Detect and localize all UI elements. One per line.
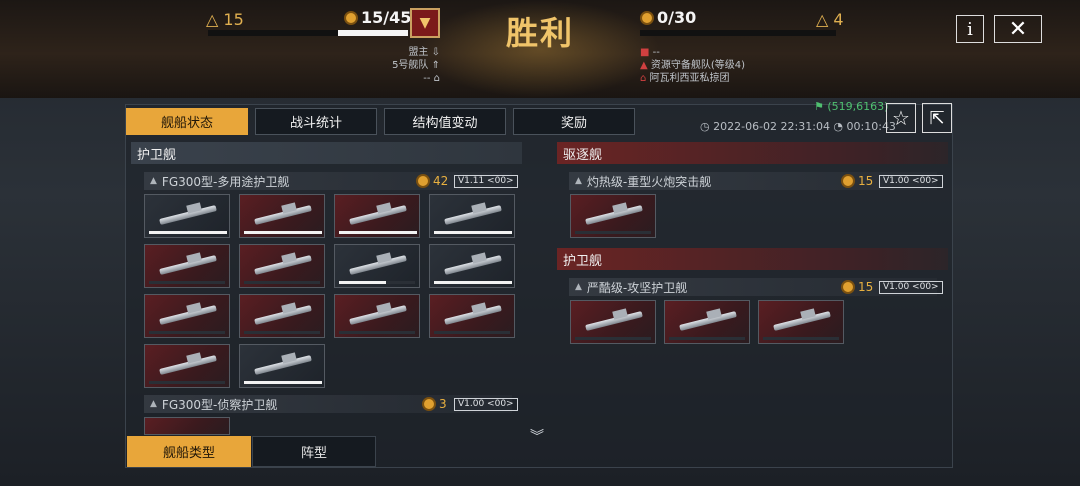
ship-card[interactable] [144, 194, 230, 238]
ship-card[interactable] [664, 300, 750, 344]
chevron-down-icon[interactable]: ︾ [530, 426, 544, 446]
info-button[interactable]: i [956, 15, 984, 43]
ship-group-name: 严酷级-攻坚护卫舰 [586, 280, 688, 295]
hp-bar-track [339, 331, 415, 334]
ship-card[interactable] [239, 344, 325, 388]
ship-card[interactable] [334, 194, 420, 238]
ship-card[interactable] [239, 244, 325, 288]
ship-card[interactable] [144, 294, 230, 338]
version-badge: V1.00 <00> [879, 174, 943, 188]
tab-structure-change[interactable]: 结构值变动 [384, 108, 506, 135]
section-frigate: 护卫舰 [131, 142, 522, 164]
collapse-triangle-icon: ▲ [575, 176, 582, 186]
hp-bar-fill [434, 231, 512, 234]
collapse-triangle-icon: ▲ [150, 399, 157, 409]
ship-card[interactable] [334, 244, 420, 288]
left-progress-fill [338, 30, 408, 36]
hp-bar-track [669, 337, 745, 340]
hp-bar-track [244, 281, 320, 284]
left-info-line: 5号舰队 [392, 60, 429, 71]
ship-card[interactable] [144, 417, 230, 435]
right-info: ■ -- ▲ 资源守备舰队(等级4) ⌂ 阿瓦利西亚私掠团 [640, 47, 746, 84]
ship-card[interactable] [570, 300, 656, 344]
hp-bar-fill [244, 381, 322, 384]
tab-battle-stats[interactable]: 战斗统计 [255, 108, 377, 135]
ship-card[interactable] [239, 294, 325, 338]
ship-card[interactable] [429, 294, 515, 338]
ship-card[interactable] [239, 194, 325, 238]
favorite-star-icon[interactable]: ☆ [886, 103, 916, 133]
coin-icon [344, 10, 358, 25]
hp-bar-track [763, 337, 839, 340]
left-info-line: -- [423, 73, 431, 84]
hp-bar-fill [339, 281, 386, 284]
hp-bar-track [149, 381, 225, 384]
tab-ship-status[interactable]: 舰船状态 [126, 108, 248, 135]
hp-bar-track [575, 231, 651, 234]
coin-icon [841, 280, 855, 294]
hp-bar-track [575, 337, 651, 340]
right-score: 0/30 [640, 8, 696, 27]
ship-count: 15 [841, 174, 873, 188]
version-badge: V1.00 <00> [879, 280, 943, 294]
hp-bar-track [149, 281, 225, 284]
version-badge: V1.00 <00> [454, 397, 518, 411]
ship-card[interactable] [758, 300, 844, 344]
ship-group-name: 灼热级-重型火炮突击舰 [586, 174, 712, 189]
battle-time: ◷ 2022-06-02 22:31:04 ◔ 00:10:43 [700, 120, 896, 133]
coin-icon [416, 174, 430, 188]
ship-card[interactable] [144, 244, 230, 288]
left-progress-bar [208, 30, 408, 36]
ship-count: 3 [422, 397, 447, 411]
coin-icon [841, 174, 855, 188]
ship-group-name: FG300型-侦察护卫舰 [161, 397, 278, 412]
ship-card[interactable] [334, 294, 420, 338]
ship-group-row[interactable]: ▲ 灼热级-重型火炮突击舰 15 V1.00 <00> [569, 172, 943, 190]
hp-bar-fill [244, 231, 322, 234]
alliance-emblem-icon: ▼ [410, 8, 440, 38]
left-info-line: 盟主 [408, 47, 429, 58]
ship-group-name: FG300型-多用途护卫舰 [161, 174, 290, 189]
hp-bar-fill [339, 231, 417, 234]
tab-rewards[interactable]: 奖励 [513, 108, 635, 135]
ship-card[interactable] [429, 194, 515, 238]
right-info-line: 资源守备舰队(等级4) [650, 60, 746, 71]
ship-card[interactable] [429, 244, 515, 288]
ship-count: 42 [416, 174, 448, 188]
ship-group-row[interactable]: ▲ FG300型-多用途护卫舰 42 V1.11 <00> [144, 172, 518, 190]
version-badge: V1.11 <00> [454, 174, 518, 188]
collapse-triangle-icon: ▲ [575, 282, 582, 292]
ship-card[interactable] [570, 194, 656, 238]
collapse-triangle-icon: ▲ [150, 176, 157, 186]
hp-bar-track [244, 331, 320, 334]
section-frigate-enemy: 护卫舰 [557, 248, 948, 270]
victory-title: 胜利 [505, 14, 574, 52]
right-info-line: -- [652, 47, 660, 58]
coin-icon [422, 397, 436, 411]
close-button[interactable]: ✕ [994, 15, 1042, 43]
right-info-line: 阿瓦利西亚私掠团 [649, 73, 730, 84]
left-info: 盟主 ⇩ 5号舰队 ⇑ -- ⌂ [392, 47, 440, 84]
left-flag-count: △ 15 [206, 10, 244, 29]
tab-formation[interactable]: 阵型 [252, 436, 376, 467]
ship-count: 15 [841, 280, 873, 294]
right-flag-count: △ 4 [816, 10, 844, 29]
section-destroyer: 驱逐舰 [557, 142, 948, 164]
hp-bar-track [149, 331, 225, 334]
left-score: 15/45 [344, 8, 411, 27]
coin-icon [640, 10, 654, 25]
hp-bar-fill [149, 231, 227, 234]
ship-group-row[interactable]: ▲ 严酷级-攻坚护卫舰 15 V1.00 <00> [569, 278, 943, 296]
battle-coordinates[interactable]: ⚑ (519,6163) [814, 100, 888, 113]
hp-bar-fill [434, 281, 512, 284]
share-icon[interactable]: ⇱ [922, 103, 952, 133]
ship-card[interactable] [144, 344, 230, 388]
hp-bar-track [434, 331, 510, 334]
right-progress-bar [640, 30, 836, 36]
ship-group-row[interactable]: ▲ FG300型-侦察护卫舰 3 V1.00 <00> [144, 395, 518, 413]
tab-ship-type[interactable]: 舰船类型 [127, 436, 251, 467]
